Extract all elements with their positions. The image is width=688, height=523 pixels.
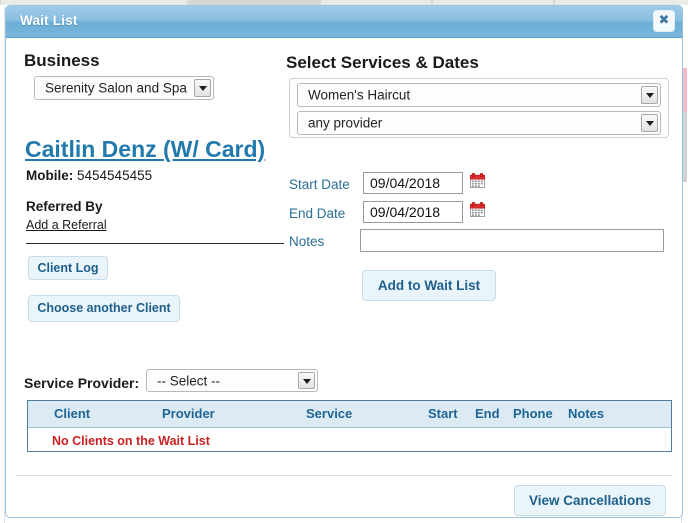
end-date-label: End Date <box>289 206 346 221</box>
calendar-icon[interactable] <box>470 202 485 217</box>
service-provider-select[interactable]: -- Select -- <box>146 369 318 392</box>
column-header-phone: Phone <box>513 406 553 421</box>
notes-input[interactable] <box>360 229 664 252</box>
referred-by-label: Referred By <box>26 199 103 214</box>
add-referral-link[interactable]: Add a Referral <box>26 218 107 232</box>
add-to-wait-list-button[interactable]: Add to Wait List <box>362 270 496 301</box>
dialog-title: Wait List <box>20 13 78 28</box>
background-grey-marker <box>683 112 687 182</box>
dialog-body: Business Serenity Salon and Spa Caitlin … <box>6 38 682 518</box>
empty-table-message: No Clients on the Wait List <box>52 434 210 448</box>
chevron-down-icon <box>641 86 658 104</box>
close-button[interactable]: ✖ <box>654 11 674 31</box>
column-header-start: Start <box>428 406 458 421</box>
notes-label: Notes <box>289 234 325 249</box>
chevron-down-icon <box>298 372 315 389</box>
chevron-down-icon <box>641 114 658 132</box>
column-header-provider: Provider <box>162 406 215 421</box>
service-select[interactable]: Women's Haircut <box>297 83 661 107</box>
choose-another-client-button[interactable]: Choose another Client <box>28 295 180 322</box>
dialog-titlebar: Wait List ✖ <box>6 6 682 38</box>
service-select-value: Women's Haircut <box>308 87 411 103</box>
calendar-icon[interactable] <box>470 173 485 188</box>
background-pink-marker <box>683 68 687 112</box>
start-date-label: Start Date <box>289 177 350 192</box>
client-name-link[interactable]: Caitlin Denz (W/ Card) <box>25 136 265 163</box>
mobile-label: Mobile: <box>26 168 74 183</box>
column-header-client: Client <box>54 406 91 421</box>
end-date-input[interactable] <box>363 201 463 223</box>
wait-list-dialog: Wait List ✖ Business Serenity Salon and … <box>5 5 683 518</box>
start-date-input[interactable] <box>363 172 463 194</box>
close-icon: ✖ <box>658 13 670 28</box>
business-select[interactable]: Serenity Salon and Spa <box>34 76 214 100</box>
service-provider-label: Service Provider: <box>24 375 140 391</box>
table-header-row: Client Provider Service Start End Phone … <box>28 401 671 428</box>
business-select-value: Serenity Salon and Spa <box>45 80 187 96</box>
service-provider-select-value: -- Select -- <box>157 373 221 388</box>
wait-list-table: Client Provider Service Start End Phone … <box>27 400 672 452</box>
chevron-down-icon <box>194 79 211 97</box>
column-header-notes: Notes <box>568 406 605 421</box>
footer-divider <box>16 475 672 476</box>
column-header-end: End <box>475 406 500 421</box>
view-cancellations-button[interactable]: View Cancellations <box>514 485 666 516</box>
select-services-heading: Select Services & Dates <box>286 53 479 72</box>
mobile-value: 5454545455 <box>77 168 153 183</box>
provider-select-value: any provider <box>308 115 383 131</box>
business-heading: Business <box>24 51 100 70</box>
client-log-button[interactable]: Client Log <box>28 256 108 280</box>
screen: Wait List ✖ Business Serenity Salon and … <box>0 0 688 523</box>
left-panel-divider <box>26 243 284 244</box>
provider-select[interactable]: any provider <box>297 111 661 135</box>
column-header-service: Service <box>306 406 353 421</box>
client-mobile: Mobile: 5454545455 <box>26 168 152 183</box>
